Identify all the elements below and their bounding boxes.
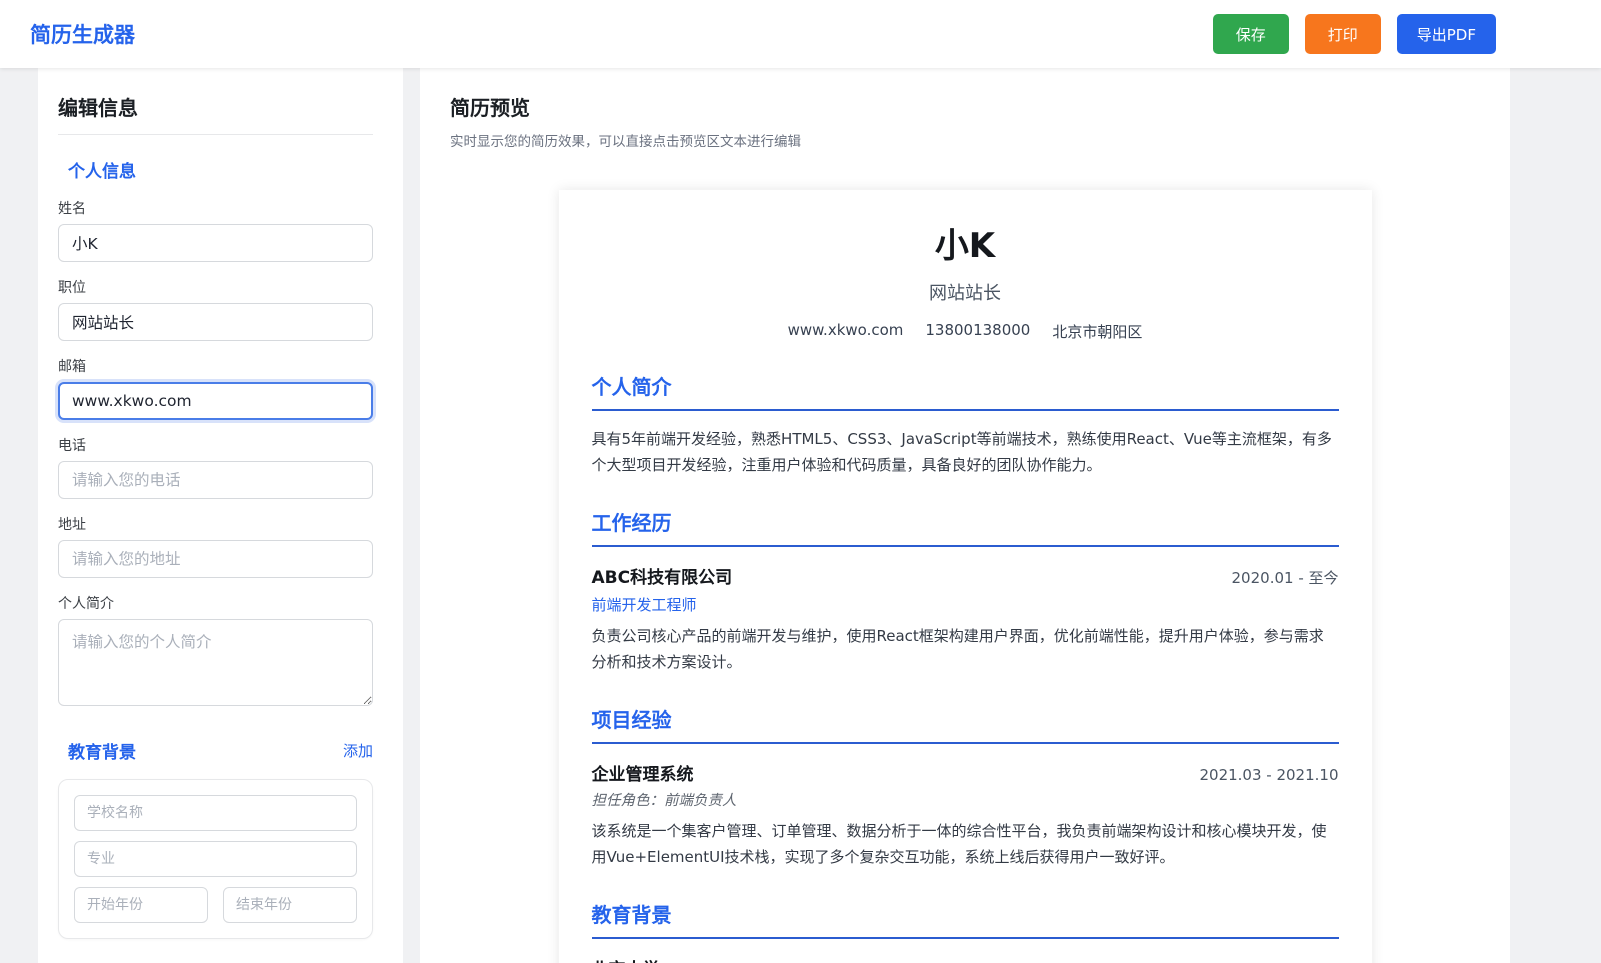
education-year-row: [74, 887, 357, 923]
name-label: 姓名: [58, 198, 373, 218]
resume-contact-address[interactable]: 北京市朝阳区: [1052, 321, 1142, 342]
email-label: 邮箱: [58, 356, 373, 376]
resume-project-role[interactable]: 担任角色：前端负责人: [592, 789, 1339, 810]
address-input[interactable]: [58, 540, 373, 578]
resume-contact-phone[interactable]: 13800138000: [925, 321, 1030, 342]
resume-summary-title: 个人简介: [592, 371, 1339, 411]
resume-work-period[interactable]: 2020.01 - 至今: [1232, 567, 1339, 588]
resume-job-title[interactable]: 网站站长: [592, 279, 1339, 305]
address-field-group: 地址: [58, 514, 373, 578]
resume-work-role[interactable]: 前端开发工程师: [592, 594, 1339, 615]
education-section-head: 教育背景 添加: [58, 738, 373, 763]
app-title: 简历生成器: [30, 19, 135, 49]
personal-info-section-title: 个人信息: [68, 157, 373, 182]
resume-summary-section: 个人简介 具有5年前端开发经验，熟悉HTML5、CSS3、JavaScript等…: [592, 371, 1339, 478]
top-bar: 简历生成器 保存 打印 导出PDF: [0, 0, 1601, 68]
name-input[interactable]: [58, 224, 373, 262]
education-entry-card: [58, 779, 373, 939]
export-pdf-button[interactable]: 导出PDF: [1397, 14, 1496, 54]
save-button[interactable]: 保存: [1213, 14, 1289, 54]
resume-work-description[interactable]: 负责公司核心产品的前端开发与维护，使用React框架构建用户界面，优化前端性能，…: [592, 624, 1339, 675]
start-year-input[interactable]: [74, 887, 208, 923]
resume-education-school[interactable]: 北京大学: [592, 955, 660, 963]
resume-education-title: 教育背景: [592, 899, 1339, 939]
address-label: 地址: [58, 514, 373, 534]
resume-contact-website[interactable]: www.xkwo.com: [788, 321, 904, 342]
summary-label: 个人简介: [58, 593, 373, 613]
resume-work-title: 工作经历: [592, 507, 1339, 547]
name-field-group: 姓名: [58, 198, 373, 262]
position-input[interactable]: [58, 303, 373, 341]
resume-project-entry-header: 企业管理系统 2021.03 - 2021.10: [592, 760, 1339, 785]
position-field-group: 职位: [58, 277, 373, 341]
resume-paper: 小K 网站站长 www.xkwo.com 13800138000 北京市朝阳区 …: [559, 190, 1372, 963]
summary-field-group: 个人简介: [58, 593, 373, 710]
resume-work-section: 工作经历 ABC科技有限公司 2020.01 - 至今 前端开发工程师 负责公司…: [592, 507, 1339, 675]
education-add-link[interactable]: 添加: [343, 740, 373, 761]
resume-contacts: www.xkwo.com 13800138000 北京市朝阳区: [592, 321, 1339, 342]
preview-panel: 简历预览 实时显示您的简历效果，可以直接点击预览区文本进行编辑 小K 网站站长 …: [420, 68, 1510, 963]
print-button[interactable]: 打印: [1305, 14, 1381, 54]
resume-project-description[interactable]: 该系统是一个集客户管理、订单管理、数据分析于一体的综合性平台，我负责前端架构设计…: [592, 819, 1339, 870]
main-content: 编辑信息 个人信息 姓名 职位 邮箱 电话 地址: [0, 68, 1601, 963]
toolbar-actions: 保存 打印 导出PDF: [1213, 14, 1496, 54]
summary-textarea[interactable]: [58, 619, 373, 706]
editor-panel: 编辑信息 个人信息 姓名 职位 邮箱 电话 地址: [38, 68, 403, 963]
resume-education-section: 教育背景 北京大学 2016.09 - 2020.06 计算机科学与技术 - 本…: [592, 899, 1339, 963]
resume-education-entry-header: 北京大学 2016.09 - 2020.06: [592, 955, 1339, 963]
position-label: 职位: [58, 277, 373, 297]
school-name-input[interactable]: [74, 795, 357, 831]
education-section-title: 教育背景: [68, 738, 136, 763]
resume-project-period[interactable]: 2021.03 - 2021.10: [1199, 766, 1338, 784]
resume-name[interactable]: 小K: [592, 218, 1339, 267]
resume-project-title: 项目经验: [592, 704, 1339, 744]
email-input[interactable]: [58, 382, 373, 420]
preview-subtitle: 实时显示您的简历效果，可以直接点击预览区文本进行编辑: [450, 130, 1480, 150]
end-year-input[interactable]: [223, 887, 357, 923]
editor-panel-title: 编辑信息: [58, 92, 373, 135]
resume-project-section: 项目经验 企业管理系统 2021.03 - 2021.10 担任角色：前端负责人…: [592, 704, 1339, 870]
phone-input[interactable]: [58, 461, 373, 499]
page: 简历生成器 保存 打印 导出PDF 编辑信息 个人信息 姓名 职位 邮箱: [0, 0, 1601, 963]
phone-label: 电话: [58, 435, 373, 455]
resume-work-entry-header: ABC科技有限公司 2020.01 - 至今: [592, 563, 1339, 588]
resume-work-company[interactable]: ABC科技有限公司: [592, 563, 733, 588]
major-input[interactable]: [74, 841, 357, 877]
preview-panel-title: 简历预览: [450, 92, 1480, 121]
phone-field-group: 电话: [58, 435, 373, 499]
resume-project-name[interactable]: 企业管理系统: [592, 760, 694, 785]
email-field-group: 邮箱: [58, 356, 373, 420]
resume-summary-text[interactable]: 具有5年前端开发经验，熟悉HTML5、CSS3、JavaScript等前端技术，…: [592, 427, 1339, 478]
